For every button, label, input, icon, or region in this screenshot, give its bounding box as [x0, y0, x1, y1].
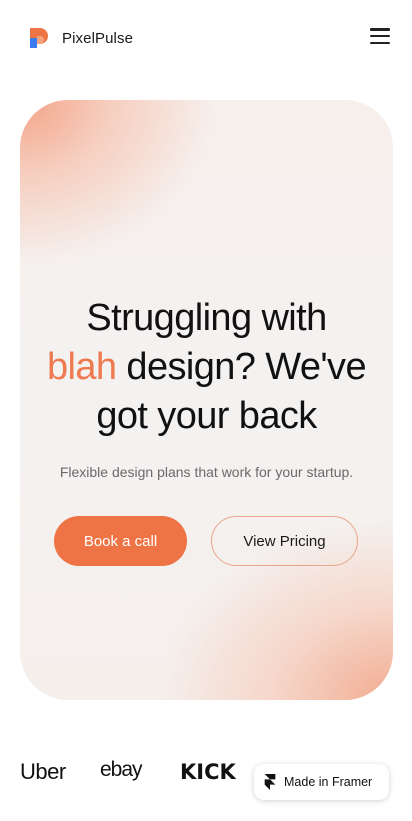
hamburger-menu-icon[interactable]: [370, 28, 390, 44]
headline-line-2: design? We've: [116, 346, 366, 388]
book-a-call-button[interactable]: Book a call: [54, 516, 187, 566]
brand[interactable]: PixelPulse: [28, 26, 133, 50]
ebay-logo: ebay: [100, 758, 143, 781]
landing-page: PixelPulse Struggling with blah design? …: [0, 0, 412, 821]
kick-logo: KICK: [180, 760, 236, 784]
pixelpulse-logo-icon: [30, 28, 48, 48]
hero-card: Struggling with blah design? We've got y…: [20, 100, 393, 700]
hero-subtitle: Flexible design plans that work for your…: [59, 464, 354, 480]
headline-accent-word: blah: [47, 346, 117, 388]
brand-name: PixelPulse: [62, 29, 134, 47]
uber-logo: Uber: [20, 759, 66, 784]
site-header: PixelPulse: [0, 0, 412, 76]
framer-badge-label: Made in Framer: [284, 775, 373, 789]
hero-headline: Struggling with blah design? We've got y…: [20, 294, 393, 441]
view-pricing-button[interactable]: View Pricing: [211, 516, 358, 566]
framer-icon: [264, 774, 276, 790]
headline-line-3: got your back: [96, 395, 317, 437]
headline-line-1: Struggling with: [86, 297, 327, 339]
made-in-framer-badge[interactable]: Made in Framer: [254, 764, 389, 800]
